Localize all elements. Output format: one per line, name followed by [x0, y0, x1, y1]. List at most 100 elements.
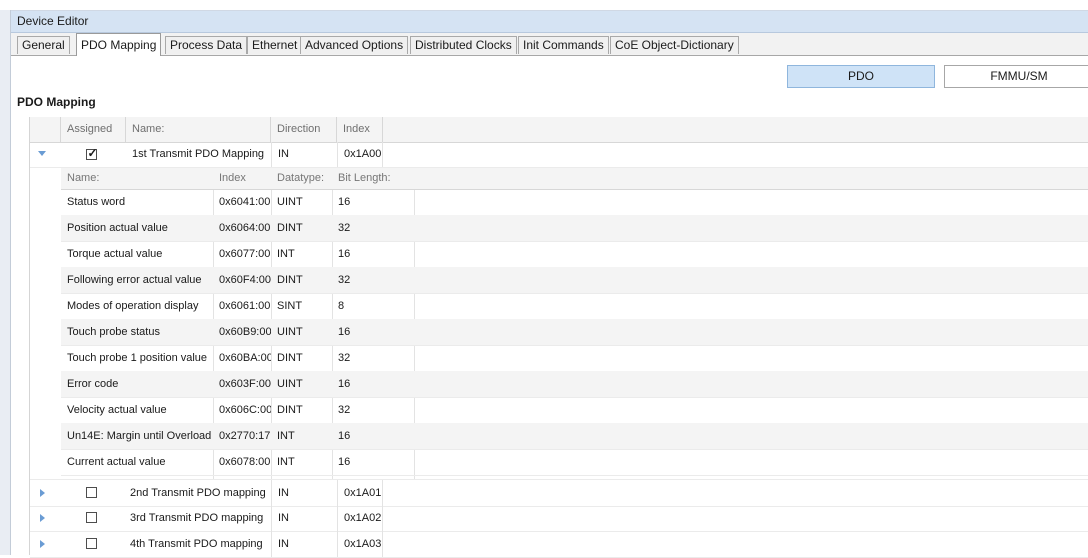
table-row[interactable]: Modes of operation display 0x6061:00 SINT 8 [61, 293, 1088, 320]
pdo-entries-grid: Name: Index Datatype: Bit Length: Status… [61, 168, 1088, 479]
entry-index: 0x60B9:00 [219, 326, 271, 338]
entry-bitlength: 32 [338, 352, 351, 364]
table-row[interactable]: Status word 0x6041:00 UINT 16 [61, 189, 1088, 216]
entry-name: Touch probe 1 position value [67, 352, 208, 364]
entry-datatype: DINT [277, 404, 303, 416]
assigned-checkbox[interactable]: ✓ [86, 146, 98, 160]
assigned-checkbox[interactable] [86, 487, 97, 498]
header-assigned[interactable]: Assigned [61, 117, 126, 142]
entry-datatype: UINT [277, 378, 303, 390]
entry-index: 0x6078:00 [219, 456, 271, 468]
entry-name: Touch probe status [67, 326, 160, 338]
entry-name: Following error actual value [67, 274, 202, 286]
header-expander [30, 117, 61, 142]
header-name[interactable]: Name: [126, 117, 271, 142]
table-row[interactable]: Touch probe status 0x60B9:00 UINT 16 [61, 319, 1088, 346]
entry-datatype: DINT [277, 352, 303, 364]
entry-bitlength: 16 [338, 378, 351, 390]
entry-name: Status word [67, 196, 126, 208]
table-row[interactable]: Following error actual value 0x60F4:00 DIN… [61, 267, 1088, 294]
pdo-row[interactable]: 4th Transmit PDO mapping IN 0x1A03 [30, 531, 1088, 558]
device-editor: Device Editor General PDO Mapping Proces… [11, 11, 1088, 558]
pdo-direction: IN [271, 142, 337, 167]
header-direction[interactable]: Direction [271, 117, 337, 142]
entry-datatype: DINT [277, 274, 303, 286]
chevron-right-icon[interactable] [40, 540, 45, 548]
entry-bitlength: 32 [338, 404, 351, 416]
entry-header-datatype[interactable]: Datatype: [271, 168, 332, 189]
tab-ethernet[interactable]: Ethernet [247, 36, 303, 54]
tab-general[interactable]: General [17, 36, 70, 54]
pdo-view-button[interactable]: PDO [787, 65, 935, 88]
pdo-row[interactable]: 3rd Transmit PDO mapping IN 0x1A02 [30, 505, 1088, 532]
entry-index: 0x60F4:00 [219, 274, 271, 286]
entry-datatype: UINT [277, 326, 303, 338]
table-row[interactable]: Current actual value 0x6078:00 INT 16 [61, 449, 1088, 476]
tab-init-commands[interactable]: Init Commands [518, 36, 609, 54]
pdo-index: 0x1A03 [337, 531, 383, 557]
entry-index: 0x6077:00 [219, 248, 271, 260]
table-row[interactable]: Un14E: Margin until Overload 0x2770:17 INT… [61, 423, 1088, 450]
tab-coe-object-dictionary[interactable]: CoE Object-Dictionary [610, 36, 739, 54]
pdo-grid: Assigned Name: Direction Index ✓ 1st Tra… [29, 117, 1088, 558]
tab-bar: General PDO Mapping Process Data Etherne… [11, 33, 1088, 56]
pdo-direction: IN [271, 480, 337, 506]
entry-bitlength: 16 [338, 326, 351, 338]
pdo-index: 0x1A01 [337, 480, 383, 506]
top-strip [0, 0, 1088, 11]
pdo-row[interactable]: ✓ 1st Transmit PDO Mapping IN 0x1A00 [30, 142, 1088, 168]
entry-datatype: DINT [277, 222, 303, 234]
pdo-direction: IN [271, 505, 337, 531]
table-row[interactable]: Velocity actual value 0x606C:00 DINT 32 [61, 397, 1088, 424]
entry-name: Error code [67, 378, 119, 390]
header-index[interactable]: Index [337, 117, 383, 142]
entry-header-index[interactable]: Index [213, 168, 271, 189]
entry-name: Modes of operation display [67, 300, 199, 312]
entry-index: 0x6061:00 [219, 300, 271, 312]
editor-title: Device Editor [11, 11, 1088, 33]
entry-header-bitlength[interactable]: Bit Length: [332, 168, 414, 189]
entry-name: Un14E: Margin until Overload [67, 430, 212, 442]
entry-datatype: UINT [277, 196, 303, 208]
entry-header-name[interactable]: Name: [61, 168, 213, 189]
pdo-index: 0x1A02 [337, 505, 383, 531]
entry-datatype: INT [277, 248, 295, 260]
chevron-right-icon[interactable] [40, 514, 45, 522]
entry-name: Velocity actual value [67, 404, 167, 416]
entry-datatype: INT [277, 456, 295, 468]
pdo-grid-header: Assigned Name: Direction Index [30, 117, 1088, 143]
entry-datatype: INT [277, 430, 295, 442]
entry-index: 0x6041:00 [219, 196, 271, 208]
entry-datatype: SINT [277, 300, 303, 312]
entry-name: Position actual value [67, 222, 168, 234]
entry-bitlength: 32 [338, 274, 351, 286]
section-title: PDO Mapping [17, 95, 96, 109]
entry-index: 0x6064:00 [219, 222, 271, 234]
entry-index: 0x606C:00 [219, 404, 271, 416]
left-dock-bar [0, 10, 11, 555]
table-row[interactable]: Touch probe 1 position value 0x60BA:00 DIN… [61, 345, 1088, 372]
checkmark-icon: ✓ [87, 146, 98, 160]
pdo-row[interactable]: 2nd Transmit PDO mapping IN 0x1A01 [30, 479, 1088, 507]
tab-process-data[interactable]: Process Data [165, 36, 248, 54]
table-row[interactable]: Torque actual value 0x6077:00 INT 16 [61, 241, 1088, 268]
table-row[interactable]: Position actual value 0x6064:00 DINT 32 [61, 215, 1088, 242]
assigned-checkbox[interactable] [86, 512, 97, 523]
entry-index: 0x60BA:00 [219, 352, 271, 364]
entry-bitlength: 16 [338, 196, 351, 208]
tab-pdo-mapping[interactable]: PDO Mapping [76, 33, 162, 56]
assigned-checkbox[interactable] [86, 538, 97, 549]
fmmu-sm-view-button[interactable]: FMMU/SM [944, 65, 1088, 88]
entry-index: 0x603F:00 [219, 378, 271, 390]
table-row[interactable]: Error code 0x603F:00 UINT 16 [61, 371, 1088, 398]
chevron-right-icon[interactable] [40, 489, 45, 497]
entry-bitlength: 32 [338, 222, 351, 234]
tab-distributed-clocks[interactable]: Distributed Clocks [410, 36, 517, 54]
pdo-direction: IN [271, 531, 337, 557]
chevron-down-icon[interactable] [38, 151, 46, 156]
tab-advanced-options[interactable]: Advanced Options [300, 36, 409, 54]
entry-bitlength: 8 [338, 300, 345, 312]
entry-bitlength: 16 [338, 456, 351, 468]
entries-grid-header: Name: Index Datatype: Bit Length: [61, 168, 1088, 190]
pdo-index: 0x1A00 [337, 142, 383, 167]
